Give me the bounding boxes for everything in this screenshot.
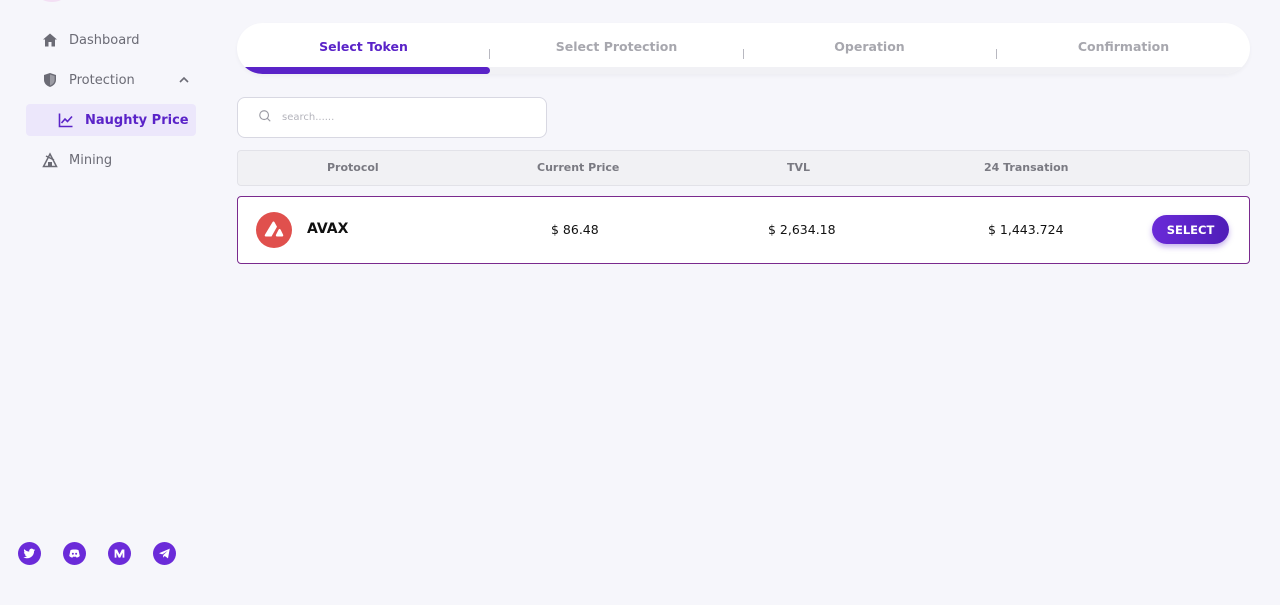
column-tvl: TVL: [787, 161, 811, 174]
sidebar-item-mining[interactable]: Mining: [26, 144, 196, 176]
token-name: AVAX: [307, 221, 349, 237]
tvl-value: $ 2,634.18: [768, 222, 836, 237]
sidebar-item-naughty-price[interactable]: Naughty Price: [26, 104, 196, 136]
sidebar-item-dashboard[interactable]: Dashboard: [26, 24, 196, 56]
select-button[interactable]: SELECT: [1152, 215, 1229, 244]
sidebar-item-label: Dashboard: [69, 32, 140, 48]
sidebar: Dashboard Protection Naughty Price Minin…: [0, 0, 220, 605]
column-24-transaction: 24 Transation: [984, 161, 1069, 174]
social-links: [18, 542, 176, 565]
home-icon: [41, 31, 59, 49]
current-price-value: $ 86.48: [551, 222, 599, 237]
sidebar-item-protection[interactable]: Protection: [26, 64, 196, 96]
sidebar-item-label: Mining: [69, 152, 113, 168]
telegram-icon[interactable]: [153, 542, 176, 565]
search-box[interactable]: [237, 97, 547, 138]
chevron-up-icon[interactable]: [176, 72, 189, 84]
app-root: Dashboard Protection Naughty Price Minin…: [0, 0, 1280, 605]
medium-icon[interactable]: [108, 542, 131, 565]
step-select-token[interactable]: Select Token: [237, 23, 490, 69]
transaction-value: $ 1,443.724: [988, 222, 1064, 237]
twitter-icon[interactable]: [18, 542, 41, 565]
search-icon: [258, 108, 272, 127]
sidebar-item-label: Protection: [69, 72, 135, 88]
discord-icon[interactable]: [63, 542, 86, 565]
column-current-price: Current Price: [537, 161, 620, 174]
step-confirmation[interactable]: Confirmation: [997, 23, 1250, 69]
progress-stepper: Select Token Select Protection Operation…: [237, 23, 1250, 74]
search-input[interactable]: [282, 112, 522, 123]
avax-logo-icon: [256, 212, 292, 248]
sidebar-item-label: Naughty Price: [85, 112, 189, 128]
column-protocol: Protocol: [327, 161, 379, 174]
table-header: Protocol Current Price TVL 24 Transation: [237, 150, 1250, 186]
progress-track: [237, 67, 1250, 74]
step-select-protection[interactable]: Select Protection: [490, 23, 743, 69]
progress-fill: [237, 67, 491, 74]
step-operation[interactable]: Operation: [743, 23, 996, 69]
table-row[interactable]: AVAX $ 86.48 $ 2,634.18 $ 1,443.724 SELE…: [237, 196, 1250, 264]
chart-line-icon: [57, 111, 75, 129]
mining-icon: [41, 151, 59, 169]
logo-icon[interactable]: [40, 0, 64, 2]
shield-icon: [41, 71, 59, 89]
